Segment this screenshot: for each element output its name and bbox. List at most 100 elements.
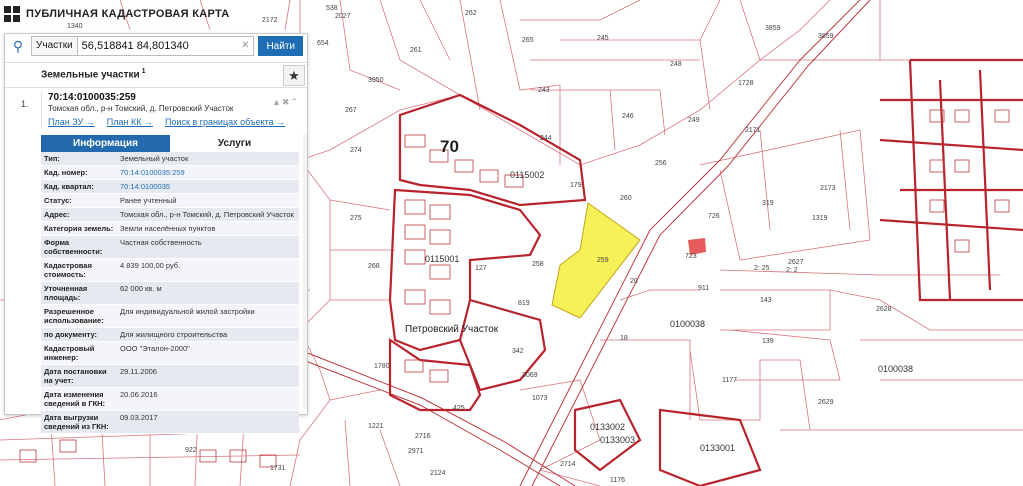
property-value: 4 839 100,00 руб. [120,261,181,270]
map-label: Петровский Участок [405,324,499,335]
map-label: 274 [350,147,362,154]
map-label: 265 [522,37,534,44]
property-label: Кадастровая стоимость: [44,261,92,279]
property-label: Дата выгрузки сведений из ГКН: [44,413,109,431]
result-cad-number[interactable]: 70:14:0100035:259 [48,92,303,103]
property-row: Тип: Земельный участок [41,152,299,166]
property-label: Дата изменения сведений в ГКН: [44,390,106,408]
property-label: Разрешенное использование: [44,307,104,325]
map-label: 319 [762,200,774,207]
tab-services[interactable]: Услуги [170,135,299,152]
results-header: Земельные участки 1 ★ [5,62,307,88]
map-label: 1319 [812,215,828,222]
property-row: Дата постановки на учет: 29.11.2006 [41,365,299,388]
property-label: Кад. номер: [44,168,88,177]
results-count: 1 [141,68,146,75]
map-label: 261 [410,47,422,54]
property-label: Уточненная площадь: [44,284,88,302]
property-value: 09.03.2017 [120,413,158,422]
map-label: 0100038 [878,364,913,374]
map-label: 1176 [610,477,625,484]
results-title-text: Земельные участки [41,69,140,81]
map-label: 2627 [788,259,804,266]
map-label: 819 [518,300,530,307]
property-label: Тип: [44,154,60,163]
property-row: Адрес: Томская обл., р-н Томский, д. Петр… [41,208,299,222]
property-row: Категория земель: Земли населённых пункто… [41,222,299,236]
map-label: 1073 [532,395,548,402]
map-label: 244 [540,135,552,142]
result-address: Томская обл., р-н Томский, д. Петровский… [48,104,234,113]
map-label: 262 [465,10,477,17]
map-label: 1780 [374,363,390,370]
properties-table: Тип: Земельный участок Кад. номер: 70:14:01… [41,152,299,434]
map-label: 1221 [368,423,384,430]
map-label: 2628 [876,306,892,313]
map-label: 723 [685,253,697,260]
property-label: Форма собственности: [44,238,103,256]
map-label: 0133001 [700,443,735,453]
map-label: 258 [532,261,544,268]
search-type-select[interactable]: Участки [31,36,78,56]
map-label: 2: 25 [754,265,770,272]
search-button[interactable]: Найти [258,36,303,56]
result-links: План ЗУ → План КК → Поиск в границах объ… [48,117,303,127]
map-label: 1728 [738,80,754,87]
map-label: 3069 [522,372,538,379]
map-label: 70 [440,137,459,156]
map-label: 260 [620,195,632,202]
search-icon[interactable]: ⚲ [5,34,31,58]
property-value: Частная собственность [120,238,202,247]
clear-icon[interactable]: ✕ [241,37,249,55]
property-row: Кадастровая стоимость: 4 839 100,00 руб. [41,259,299,282]
map-label: 2173 [820,185,836,192]
property-label: Статус: [44,196,72,205]
property-row: Кадастровый инженер: ООО "Эталон-2000" [41,342,299,365]
map-label: 2629 [818,399,834,406]
map-label: 0115001 [425,254,459,264]
map-label: 3859 [818,33,834,40]
property-value: Томская обл., р-н Томский, д. Петровский… [120,210,294,219]
property-label: Категория земель: [44,224,114,233]
map-label: 1177 [722,377,737,384]
property-value: 62 000 кв. м [120,284,162,293]
map-label: 2171 [745,127,761,134]
app-title: ПУБЛИЧНАЯ КАДАСТРОВАЯ КАРТА [26,8,230,20]
property-label: Адрес: [44,210,70,219]
property-row: по документу: Для жилищного строительства [41,328,299,342]
map-label: 249 [688,117,700,124]
property-value[interactable]: 70:14:0100035 [117,180,299,193]
map-label: 2714 [560,461,576,468]
map-label: 2716 [415,433,431,440]
search-input[interactable]: 56,518841 84,801340 ✕ [77,36,255,56]
plan-kk-link[interactable]: План КК → [107,117,153,127]
map-label: 143 [760,297,772,304]
map-label: 248 [670,61,682,68]
map-label: 922 [185,447,197,454]
property-row: Дата выгрузки сведений из ГКН: 09.03.2017 [41,411,299,434]
property-value: Для жилищного строительства [120,330,228,339]
plan-zu-link[interactable]: План ЗУ → [48,117,95,127]
map-label: 20 [630,278,638,285]
result-box: 70:14:0100035:259 Томская обл., р-н Томс… [41,92,303,127]
property-row: Статус: Ранее учтенный [41,194,299,208]
property-value: Земли населённых пунктов [120,224,216,233]
result-item[interactable]: 1. 70:14:0100035:259 Томская обл., р-н Т… [21,92,303,127]
property-value[interactable]: 70:14:0100035:259 [117,166,299,179]
map-label: 3950 [368,77,384,84]
favorite-star-icon[interactable]: ★ [283,65,305,86]
map-label: 245 [597,35,609,42]
property-row: Разрешенное использование: Для индивидуал… [41,305,299,328]
map-label: 2027 [335,13,351,20]
property-value: 20.06.2016 [120,390,158,399]
map-label: 268 [368,263,380,270]
map-label: 2124 [430,470,446,477]
tab-information[interactable]: Информация [41,135,170,152]
map-label: 243 [538,87,550,94]
panel-scrollbar[interactable] [303,134,307,409]
property-label: Дата постановки на учет: [44,367,107,385]
map-label: 0133003 [600,435,635,445]
search-in-bounds-link[interactable]: Поиск в границах объекта → [165,117,285,127]
map-label: 0133002 [590,422,625,432]
result-tools-icons[interactable]: ▲✖⌃ [272,97,299,108]
